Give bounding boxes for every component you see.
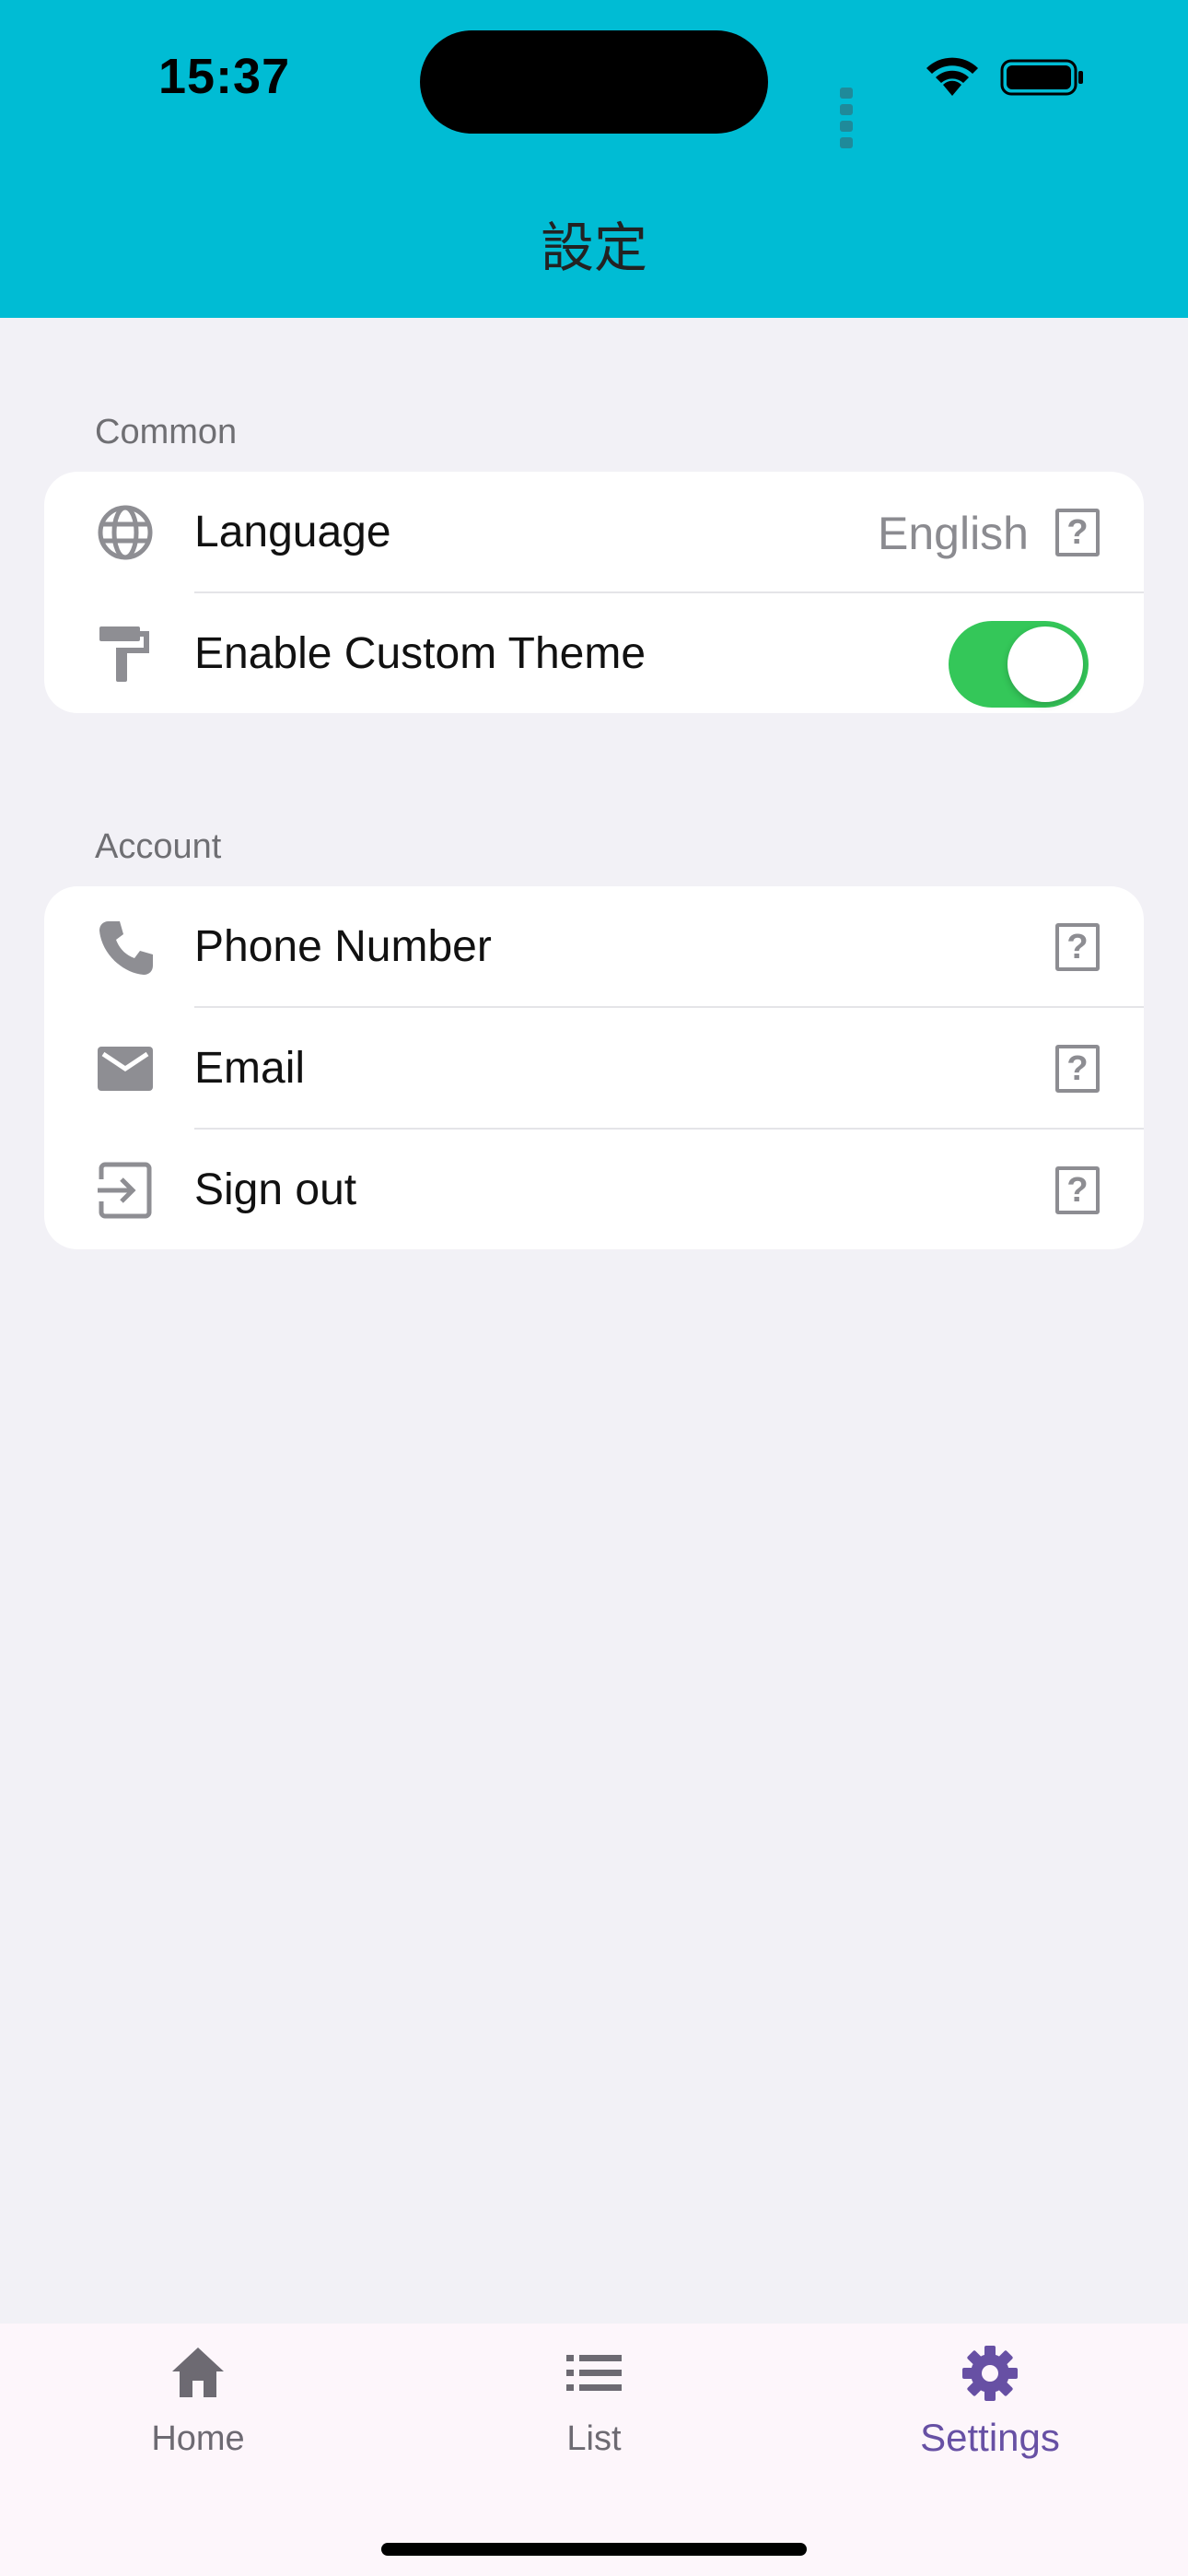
- section-label-account: Account: [95, 827, 222, 866]
- email-row[interactable]: Email ?: [44, 1008, 1144, 1130]
- dynamic-island: [420, 30, 768, 134]
- list-icon: [566, 2355, 622, 2391]
- app-header: 15:37 設定: [0, 0, 1188, 318]
- mail-icon: [98, 1047, 153, 1091]
- tab-home-label: Home: [151, 2419, 245, 2458]
- tab-settings[interactable]: Settings: [792, 2324, 1188, 2508]
- globe-icon: [98, 505, 153, 560]
- bottom-tab-bar: Home List Settings: [0, 2324, 1188, 2576]
- gear-icon: [962, 2346, 1018, 2401]
- home-indicator: [381, 2543, 807, 2556]
- home-icon: [172, 2348, 224, 2397]
- common-settings-card: Language English ? Enable Custom Theme: [44, 472, 1144, 713]
- language-value: English: [878, 508, 1029, 559]
- cellular-signal-icon: [840, 87, 858, 153]
- sign-out-icon: [98, 1162, 152, 1219]
- status-time: 15:37: [158, 49, 291, 104]
- help-box-icon: ?: [1055, 509, 1100, 556]
- phone-icon: [99, 921, 153, 975]
- section-label-common: Common: [95, 413, 238, 451]
- page-title: 設定: [540, 217, 647, 279]
- custom-theme-toggle[interactable]: [949, 621, 1089, 708]
- phone-number-row[interactable]: Phone Number ?: [44, 886, 1144, 1008]
- custom-theme-label: Enable Custom Theme: [194, 629, 646, 678]
- tab-home[interactable]: Home: [0, 2324, 396, 2508]
- help-box-icon: ?: [1055, 1045, 1100, 1093]
- sign-out-label: Sign out: [194, 1165, 357, 1214]
- language-label: Language: [194, 508, 391, 556]
- phone-number-label: Phone Number: [194, 922, 492, 971]
- language-row[interactable]: Language English ?: [44, 472, 1144, 593]
- toggle-knob: [1007, 626, 1083, 702]
- battery-icon: [1000, 59, 1083, 96]
- help-box-icon: ?: [1055, 923, 1100, 971]
- account-settings-card: Phone Number ? Email ? Sign out ?: [44, 886, 1144, 1249]
- wifi-icon: [926, 57, 978, 96]
- help-box-icon: ?: [1055, 1166, 1100, 1214]
- sign-out-row[interactable]: Sign out ?: [44, 1130, 1144, 1249]
- custom-theme-row: Enable Custom Theme: [44, 593, 1144, 713]
- tab-list-label: List: [566, 2419, 622, 2458]
- tab-list[interactable]: List: [396, 2324, 792, 2508]
- tab-settings-label: Settings: [920, 2416, 1060, 2459]
- paint-roller-icon: [99, 626, 149, 682]
- email-label: Email: [194, 1044, 306, 1093]
